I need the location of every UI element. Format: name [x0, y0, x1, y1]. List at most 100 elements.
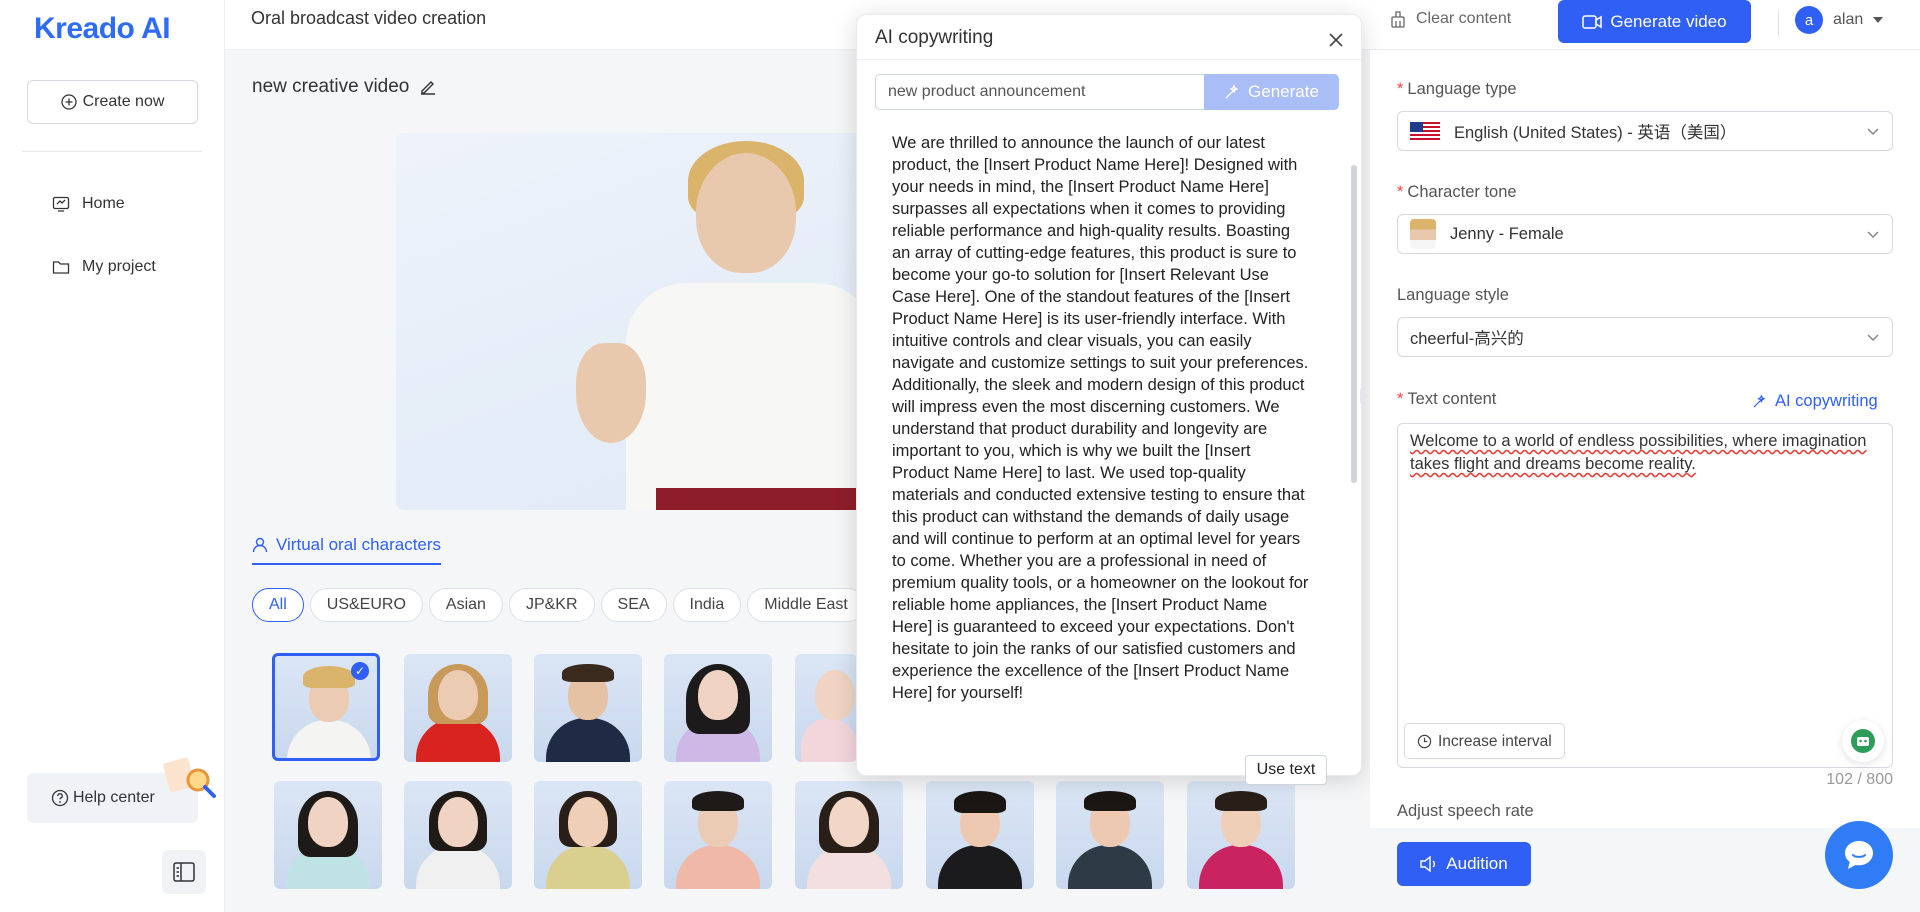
generate-button[interactable]: Generate — [1204, 74, 1339, 110]
chat-support-icon[interactable] — [1825, 821, 1893, 889]
sidebar-divider — [22, 151, 202, 152]
character-thumbnail[interactable] — [795, 654, 857, 762]
pencil-icon[interactable] — [419, 78, 437, 96]
select-value: Jenny - Female — [1450, 224, 1564, 243]
character-thumbnail[interactable] — [926, 781, 1034, 889]
filter-chip-sea[interactable]: SEA — [600, 588, 667, 622]
label-text: Text content — [1407, 390, 1497, 408]
video-camera-icon — [1582, 14, 1603, 29]
close-icon[interactable] — [1329, 29, 1343, 51]
character-thumbnail[interactable] — [534, 654, 642, 762]
increase-interval-button[interactable]: Increase interval — [1404, 723, 1565, 759]
folder-icon — [52, 261, 70, 274]
language-type-label: * Language type — [1397, 80, 1517, 99]
audition-button[interactable]: Audition — [1397, 842, 1531, 886]
plus-circle-icon — [60, 94, 77, 110]
character-tone-label: * Character tone — [1397, 183, 1517, 202]
thumb-hair — [303, 666, 355, 688]
thumb-body — [546, 718, 630, 762]
caret-down-icon — [1873, 17, 1884, 23]
sidebar-item-home[interactable]: Home — [52, 195, 125, 213]
character-thumbnail[interactable] — [534, 781, 642, 889]
filter-chip-us-euro[interactable]: US&EURO — [309, 588, 423, 622]
label-text: Language style — [1397, 286, 1509, 304]
thumb-head — [829, 797, 869, 847]
thumb-hair — [1215, 791, 1267, 811]
character-tone-select[interactable]: Jenny - Female — [1397, 214, 1893, 254]
prompt-input[interactable] — [875, 74, 1205, 110]
thumb-head — [308, 797, 348, 847]
chevron-down-icon — [1867, 334, 1879, 342]
ai-copywriting-link[interactable]: AI copywriting — [1752, 392, 1878, 411]
character-thumbnail[interactable] — [664, 654, 772, 762]
thumb-head — [438, 797, 478, 847]
chevron-down-icon — [1867, 128, 1879, 136]
select-value: cheerful-高兴的 — [1410, 330, 1524, 348]
character-counter: 102 / 800 — [1826, 771, 1893, 788]
filter-chip-all[interactable]: All — [252, 588, 304, 622]
thumb-hair — [562, 664, 614, 682]
thumb-body — [416, 718, 500, 762]
clear-content-button[interactable]: Clear content — [1390, 10, 1511, 28]
speaker-icon — [1420, 856, 1436, 872]
collapse-sidebar-button[interactable] — [162, 850, 206, 894]
required-marker: * — [1397, 390, 1404, 408]
presenter-body — [626, 283, 876, 510]
magic-wand-icon — [1225, 84, 1239, 99]
filter-chip-india[interactable]: India — [672, 588, 742, 622]
sidebar-item-label: My project — [82, 258, 156, 275]
required-marker: * — [1397, 183, 1404, 201]
presenter-head — [696, 153, 796, 273]
scrollbar[interactable] — [1351, 165, 1357, 483]
required-marker: * — [1397, 80, 1404, 98]
text-content-textarea[interactable]: Welcome to a world of endless possibilit… — [1397, 423, 1893, 768]
create-now-button[interactable]: Create now — [27, 80, 198, 124]
generate-video-button[interactable]: Generate video — [1558, 0, 1751, 43]
character-thumbnail[interactable] — [1056, 781, 1164, 889]
character-thumbnail[interactable] — [404, 654, 512, 762]
check-icon: ✓ — [351, 662, 369, 680]
character-thumbnail[interactable] — [795, 781, 903, 889]
generate-video-label: Generate video — [1610, 11, 1727, 31]
video-preview — [396, 133, 876, 510]
tab-virtual-oral-characters[interactable]: Virtual oral characters — [252, 535, 442, 565]
thumb-head — [698, 670, 738, 720]
us-flag-icon — [1410, 122, 1440, 140]
person-icon — [252, 537, 268, 553]
character-thumbnail[interactable] — [274, 781, 382, 889]
select-value: English (United States) - 英语（美国） — [1454, 124, 1737, 142]
character-thumbnail[interactable]: ✓ — [272, 653, 380, 761]
thumb-body — [676, 845, 760, 889]
filter-chip-jp-kr[interactable]: JP&KR — [508, 588, 595, 622]
brand-logo[interactable]: Kreado AI — [34, 12, 171, 46]
thumb-head — [815, 670, 855, 720]
dialog-divider — [857, 59, 1361, 60]
sidebar-item-my-project[interactable]: My project — [52, 258, 156, 276]
thumb-body — [287, 720, 371, 758]
clear-content-label: Clear content — [1416, 10, 1512, 27]
label-text: Character tone — [1407, 183, 1517, 201]
user-name: alan — [1833, 11, 1864, 28]
character-thumbnail[interactable] — [664, 781, 772, 889]
filter-chip-middle-east[interactable]: Middle East — [747, 588, 865, 622]
user-menu[interactable]: a alan — [1795, 6, 1884, 34]
speech-rate-label: Adjust speech rate — [1397, 802, 1534, 820]
character-thumbnail[interactable] — [1187, 781, 1295, 889]
language-type-select[interactable]: English (United States) - 英语（美国） — [1397, 111, 1893, 151]
header-divider — [1778, 10, 1779, 36]
character-thumbnail[interactable] — [404, 781, 512, 889]
audition-label: Audition — [1446, 854, 1508, 873]
language-style-label: Language style — [1397, 286, 1509, 305]
tab-label: Virtual oral characters — [276, 535, 442, 554]
page-title: Oral broadcast video creation — [251, 8, 487, 28]
create-now-label: Create now — [82, 93, 165, 110]
sidebar: Kreado AI Create now Home My project Hel… — [0, 0, 225, 912]
video-name: new creative video — [252, 76, 437, 98]
use-text-button[interactable]: Use text — [1245, 755, 1327, 785]
assistant-robot-icon[interactable] — [1842, 720, 1884, 762]
magnifier-illustration-icon — [163, 757, 216, 798]
clock-plus-icon — [1417, 734, 1432, 748]
language-style-select[interactable]: cheerful-高兴的 — [1397, 317, 1893, 357]
filter-chip-asian[interactable]: Asian — [428, 588, 503, 622]
thumb-body — [546, 845, 630, 889]
